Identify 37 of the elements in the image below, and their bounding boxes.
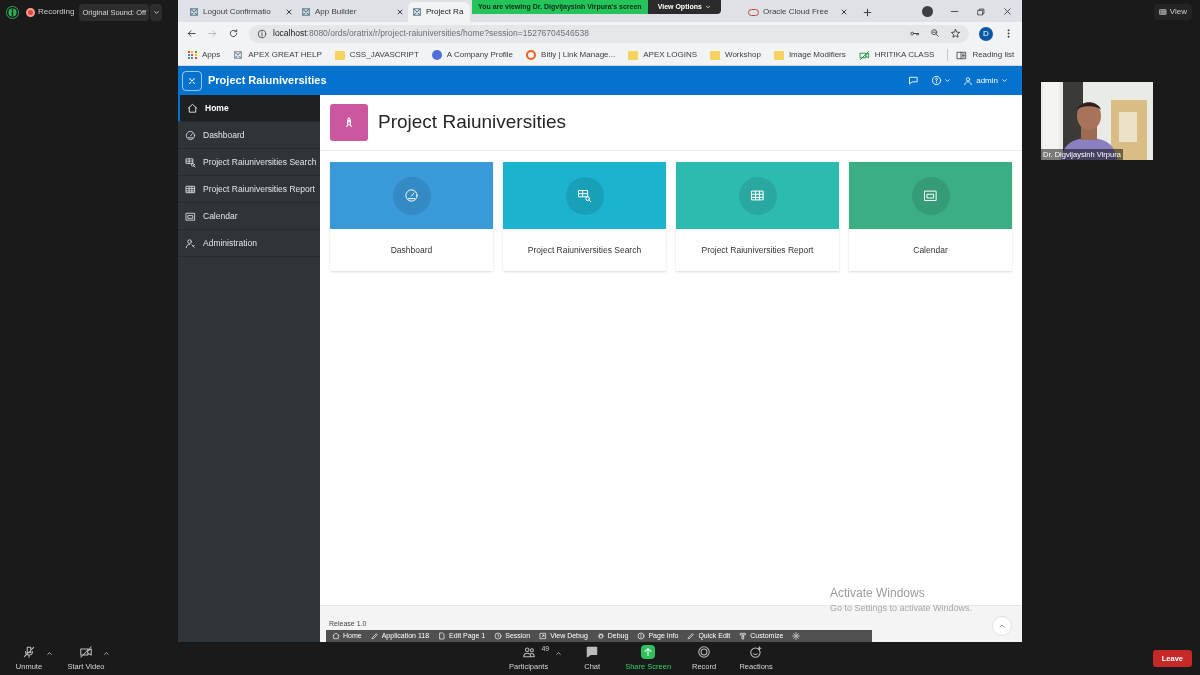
tab-title: App Builder: [315, 6, 358, 18]
card-label: Calendar: [912, 243, 949, 257]
activation-hint: Go to Settings to activate Windows.: [830, 601, 973, 615]
bookmark[interactable]: Workshop: [710, 49, 761, 61]
browser-tab[interactable]: App Builder: [297, 2, 408, 22]
bookmark[interactable]: APEX GREAT HELP: [233, 49, 322, 61]
tab-title: Project Ra: [426, 6, 465, 18]
browser-tab[interactable]: Oracle Cloud Free: [744, 2, 852, 22]
nav-card[interactable]: Dashboard: [330, 162, 493, 271]
bookmark[interactable]: APEX LOGINS: [628, 49, 697, 61]
url-text: localhost:8080/ords/oratrix/r/project-raiuniversities/home?session=15276704546538: [273, 27, 589, 40]
card-label: Project Raiuniversities Report: [700, 243, 815, 257]
page-title: Project Raiuniversities: [378, 110, 566, 135]
bookmark[interactable]: Apps: [188, 49, 221, 61]
nav-card[interactable]: Calendar: [849, 162, 1012, 271]
bookmark[interactable]: HRITIKA CLASS: [858, 49, 935, 61]
card-label: Dashboard: [389, 243, 434, 257]
card-label: Project Raiuniversities Search: [526, 243, 643, 257]
profile-avatar[interactable]: D: [979, 26, 993, 41]
user-menu-button[interactable]: admin: [963, 74, 1008, 87]
browser-tab[interactable]: Project Ra: [408, 2, 470, 22]
bookmark[interactable]: Image Modifiers: [773, 49, 846, 61]
reading-list[interactable]: Reading list: [947, 49, 1015, 61]
browser-tab[interactable]: Logout Confirmatio: [185, 2, 297, 22]
tab-title: Oracle Cloud Free: [763, 6, 830, 18]
recording-label: Recording: [38, 6, 75, 18]
tab-title: Logout Confirmatio: [203, 6, 272, 18]
bookmark[interactable]: CSS_JAVASCRIPT: [334, 49, 419, 61]
nav-card[interactable]: Project Raiuniversities Search: [503, 162, 666, 271]
nav-card[interactable]: Project Raiuniversities Report: [676, 162, 839, 271]
app-title: Project Raiuniversities: [208, 73, 327, 89]
view-button[interactable]: View: [1153, 4, 1192, 20]
sidebar-item[interactable]: Home: [178, 95, 320, 122]
bookmark[interactable]: Bitly | Link Manage...: [526, 49, 616, 61]
activation-title: Activate Windows: [830, 584, 926, 602]
bookmark[interactable]: A Company Profile: [431, 49, 514, 61]
address-bar[interactable]: localhost:8080/ords/oratrix/r/project-raiuniversities/home?session=15276704546538: [249, 24, 969, 43]
